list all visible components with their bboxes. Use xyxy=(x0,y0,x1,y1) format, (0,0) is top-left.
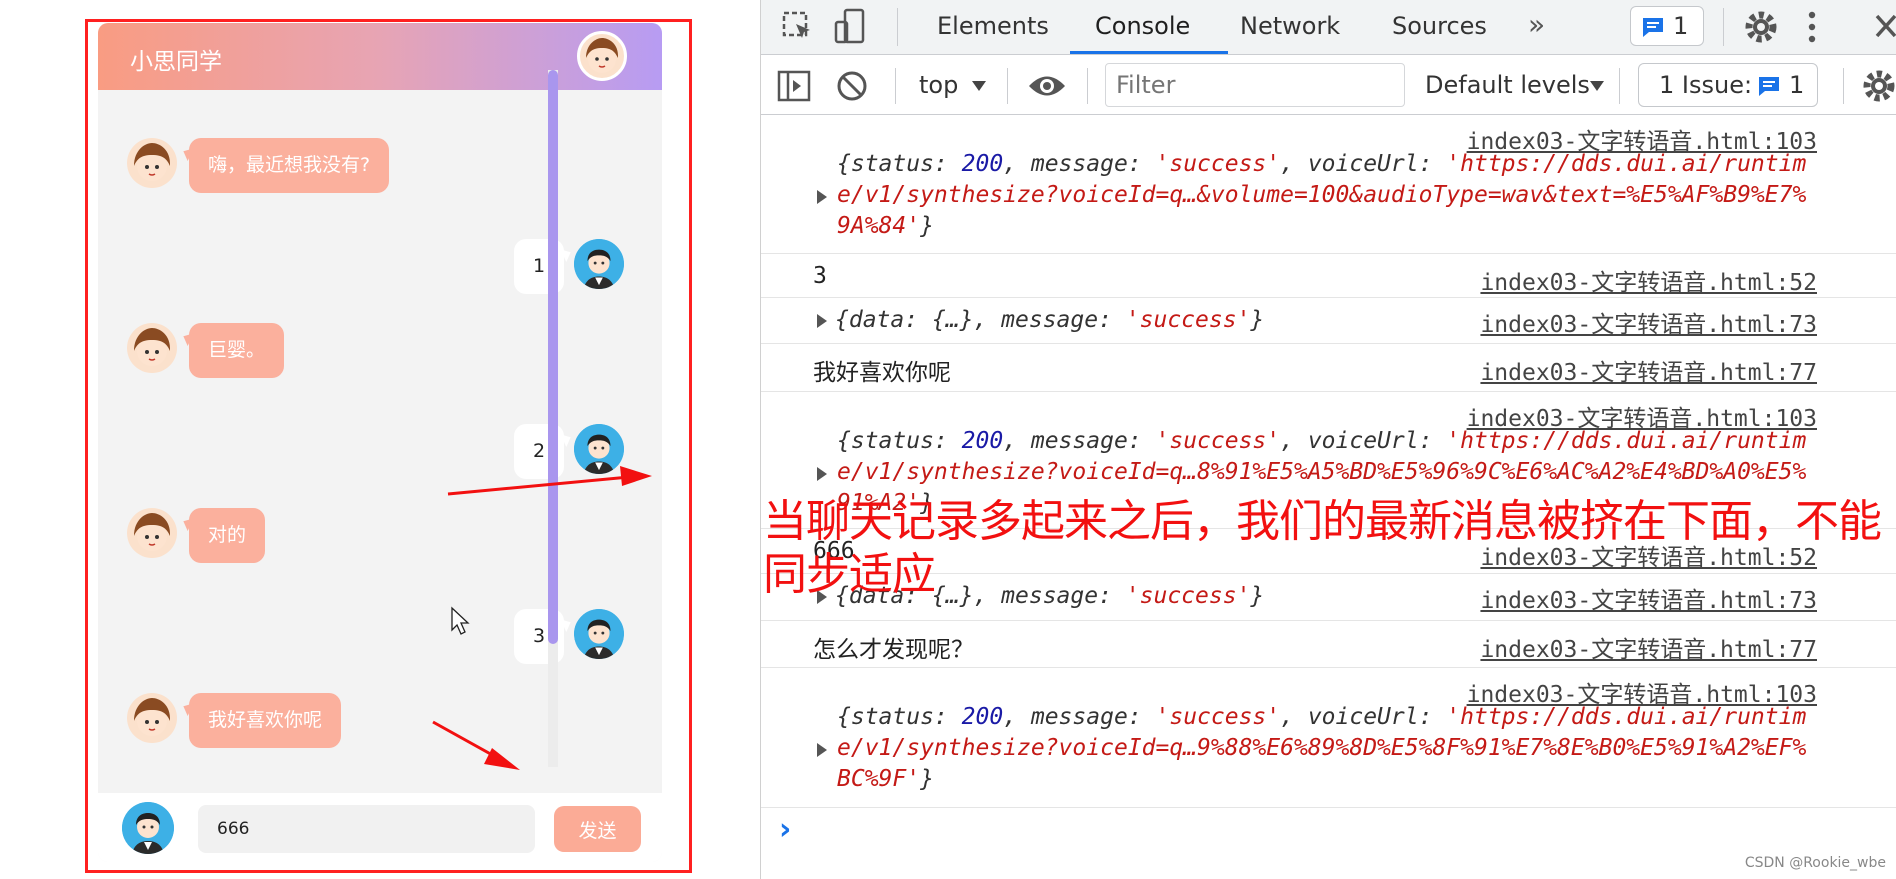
divider xyxy=(1007,68,1008,104)
console-token: {data: {…}, message: xyxy=(835,307,1126,333)
issues-count: 1 xyxy=(1789,71,1805,99)
console-token: 'https://dds.dui.ai/runtim xyxy=(1446,704,1807,730)
console-token: , message: xyxy=(1003,151,1156,177)
console-token: 200 xyxy=(961,151,1004,177)
console-settings-gear-icon[interactable] xyxy=(1861,68,1896,104)
expand-triangle-icon[interactable] xyxy=(817,190,827,204)
more-tabs-button[interactable]: » xyxy=(1528,8,1545,41)
filter-input[interactable] xyxy=(1105,63,1405,107)
console-token: , message: xyxy=(1003,428,1156,454)
active-tab-indicator xyxy=(1070,51,1228,54)
console-object-line: e/v1/synthesize?voiceId=q…&volume=100&au… xyxy=(837,182,1806,208)
console-token: 'success' xyxy=(1155,151,1281,177)
divider xyxy=(897,8,898,46)
console-source-link[interactable]: index03-文字转语音.html:77 xyxy=(1480,353,1817,387)
console-token: , voiceUrl: xyxy=(1280,151,1447,177)
console-token: 'https://dds.dui.ai/runtim xyxy=(1446,428,1807,454)
console-token: 200 xyxy=(961,704,1004,730)
sidebar-toggle-icon[interactable] xyxy=(777,69,811,103)
expand-triangle-icon[interactable] xyxy=(817,743,827,757)
tab-elements[interactable]: Elements xyxy=(937,12,1049,40)
live-expression-eye-icon[interactable] xyxy=(1027,73,1067,99)
annotation-note: 当聊天记录多起来之后，我们的最新消息被挤在下面，不能同步适应 xyxy=(763,496,1882,600)
console-token: 9A%84' xyxy=(837,213,921,239)
device-toggle-icon[interactable] xyxy=(833,8,867,46)
console-token: } xyxy=(920,766,934,792)
console-token: {status: xyxy=(837,704,962,730)
console-token: e/v1/synthesize?voiceId=q…8%91%E5%A5%BD%… xyxy=(837,459,1807,485)
tab-sources[interactable]: Sources xyxy=(1392,12,1487,40)
console-token: {status: xyxy=(837,151,962,177)
console-text: 怎么才发现呢？ xyxy=(813,637,974,663)
tab-console[interactable]: Console xyxy=(1095,12,1190,40)
console-message: index03-文字转语音.html:77 怎么才发现呢？ xyxy=(761,622,1896,668)
console-message: index03-文字转语音.html:103 {status: 200, mess… xyxy=(761,116,1896,254)
console-token: 'https://dds.dui.ai/runtim xyxy=(1446,151,1807,177)
console-prompt[interactable]: › xyxy=(779,812,791,847)
log-levels-select[interactable]: Default levels xyxy=(1425,71,1590,99)
console-source-link[interactable]: index03-文字转语音.html:52 xyxy=(1480,263,1817,297)
console-object-line: e/v1/synthesize?voiceId=q…8%91%E5%A5%BD%… xyxy=(837,459,1806,485)
clear-console-icon[interactable] xyxy=(835,69,869,103)
expand-triangle-icon[interactable] xyxy=(817,314,827,328)
console-toolbar: top Default levels 1 Issue: 1 xyxy=(761,56,1896,115)
devtools-tabbar: Elements Console Network Sources » 1 xyxy=(761,0,1896,55)
issues-label: 1 Issue: xyxy=(1659,71,1753,99)
console-source-link[interactable]: index03-文字转语音.html:77 xyxy=(1480,630,1817,664)
console-object-line: 9A%84'} xyxy=(837,213,934,239)
console-object-line: {status: 200, message: 'success', voiceU… xyxy=(837,704,1806,730)
console-token: , voiceUrl: xyxy=(1280,704,1447,730)
issues-badge-count: 1 xyxy=(1673,12,1689,40)
divider xyxy=(1723,8,1724,46)
console-token: 'success' xyxy=(1155,704,1281,730)
tab-network[interactable]: Network xyxy=(1240,12,1340,40)
console-token: e/v1/synthesize?voiceId=q…9%88%E6%89%8D%… xyxy=(837,735,1807,761)
expand-triangle-icon[interactable] xyxy=(817,467,827,481)
console-token: 200 xyxy=(961,428,1004,454)
message-icon xyxy=(1643,18,1663,37)
console-message: index03-文字转语音.html:77 我好喜欢你呢 xyxy=(761,345,1896,392)
console-object-line: {status: 200, message: 'success', voiceU… xyxy=(837,151,1806,177)
settings-gear-icon[interactable] xyxy=(1743,9,1779,45)
close-devtools-icon[interactable] xyxy=(1873,12,1896,40)
more-options-icon[interactable] xyxy=(1806,9,1818,45)
watermark: CSDN @Rookie_wbe xyxy=(1744,855,1886,871)
console-message: index03-文字转语音.html:52 3 xyxy=(761,255,1896,298)
console-token: } xyxy=(1250,307,1265,333)
issues-badge-button[interactable]: 1 xyxy=(1630,6,1704,46)
divider xyxy=(1087,68,1088,104)
context-dropdown-icon[interactable] xyxy=(971,80,987,92)
console-text: 我好喜欢你呢 xyxy=(813,360,951,386)
console-token: , voiceUrl: xyxy=(1280,428,1447,454)
context-select[interactable]: top xyxy=(919,71,958,99)
console-token: BC%9F' xyxy=(837,766,921,792)
message-icon xyxy=(1759,77,1779,96)
console-object-line: e/v1/synthesize?voiceId=q…9%88%E6%89%8D%… xyxy=(837,735,1806,761)
console-token: } xyxy=(920,213,934,239)
levels-dropdown-icon[interactable] xyxy=(1589,80,1605,92)
console-token: {status: xyxy=(837,428,962,454)
console-text: 3 xyxy=(813,263,827,289)
console-token: , message: xyxy=(1003,704,1156,730)
console-object-line: BC%9F'} xyxy=(837,766,934,792)
devtools-panel: Elements Console Network Sources » 1 top… xyxy=(760,0,1896,879)
highlight-frame xyxy=(85,19,692,873)
console-source-link[interactable]: index03-文字转语音.html:73 xyxy=(1480,305,1817,339)
console-message: index03-文字转语音.html:73 {data: {…}, message… xyxy=(761,299,1896,344)
divider xyxy=(1619,68,1620,104)
console-object-line: {data: {…}, message: 'success'} xyxy=(835,307,1264,333)
console-object-line: {status: 200, message: 'success', voiceU… xyxy=(837,428,1806,454)
divider xyxy=(895,68,896,104)
console-message: index03-文字转语音.html:103 {status: 200, mess… xyxy=(761,669,1896,808)
inspect-element-icon[interactable] xyxy=(781,10,815,44)
divider xyxy=(1843,68,1844,104)
issues-button[interactable]: 1 Issue: 1 xyxy=(1638,63,1818,107)
console-token: 'success' xyxy=(1155,428,1281,454)
console-token: 'success' xyxy=(1125,307,1251,333)
console-token: e/v1/synthesize?voiceId=q…&volume=100&au… xyxy=(837,182,1807,208)
